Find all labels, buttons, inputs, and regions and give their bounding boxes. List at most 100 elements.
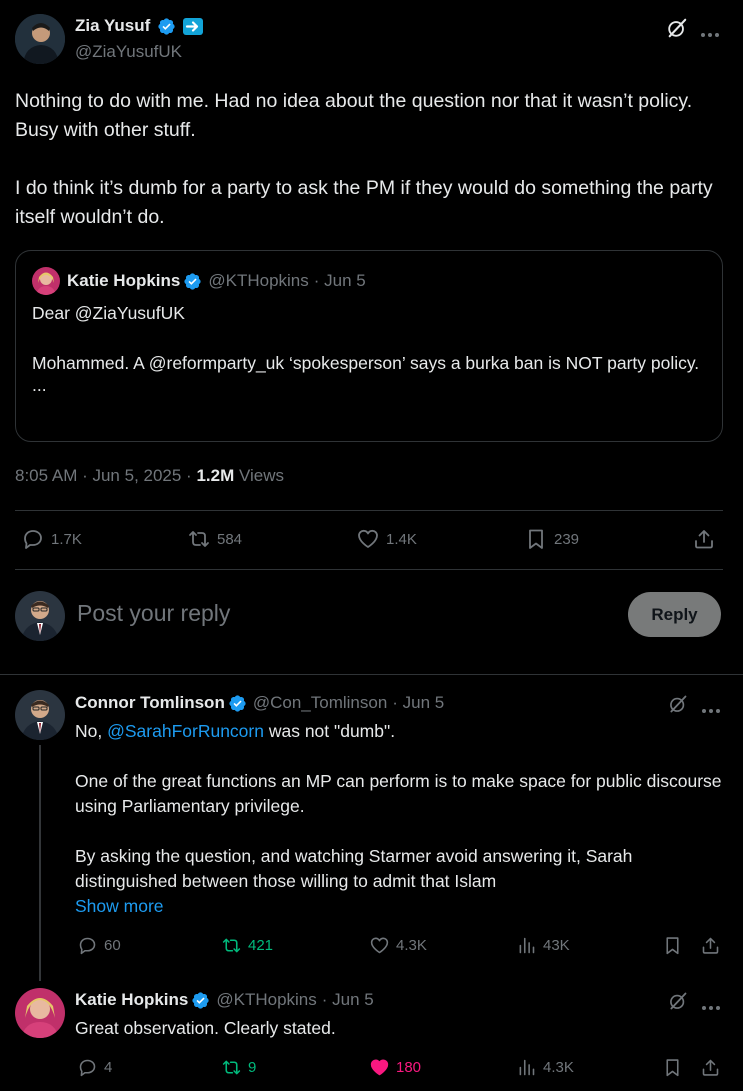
reply-icon bbox=[24, 530, 42, 549]
reply-author-handle[interactable]: @Con_Tomlinson bbox=[253, 693, 387, 713]
analytics-icon bbox=[519, 937, 535, 954]
verified-badge-icon bbox=[184, 272, 201, 290]
repost-icon bbox=[222, 938, 241, 953]
repost-count: 584 bbox=[217, 530, 243, 548]
quote-line: Mohammed. A @reformparty_uk ‘spokesperso… bbox=[32, 353, 700, 373]
reply-icon bbox=[79, 1059, 96, 1077]
bookmark-action[interactable] bbox=[662, 1057, 683, 1083]
affiliation-badge-icon bbox=[183, 17, 204, 35]
reply-text-suffix: was not "dumb". bbox=[263, 721, 396, 741]
thread-line bbox=[39, 745, 41, 981]
views-count: 4.3K bbox=[543, 1059, 574, 1076]
share-action[interactable] bbox=[700, 935, 721, 961]
like-count: 1.4K bbox=[386, 530, 417, 548]
grok-icon[interactable] bbox=[666, 17, 688, 44]
reply-paragraph: No, @SarahForRuncorn was not "dumb". bbox=[75, 719, 725, 744]
verified-badge-icon bbox=[158, 17, 175, 35]
divider bbox=[15, 569, 723, 570]
repost-action[interactable]: 421 bbox=[221, 935, 273, 956]
quote-line: ... bbox=[32, 375, 47, 395]
heart-filled-icon bbox=[370, 1059, 389, 1076]
grok-icon[interactable] bbox=[668, 991, 688, 1016]
share-icon bbox=[702, 937, 719, 954]
reply-button[interactable]: Reply bbox=[628, 592, 721, 637]
views-action[interactable]: 4.3K bbox=[516, 1057, 574, 1078]
reply-author-name[interactable]: Connor Tomlinson bbox=[75, 693, 225, 713]
like-action[interactable]: 1.4K bbox=[356, 527, 417, 551]
divider bbox=[0, 674, 743, 675]
reply-action[interactable]: 1.7K bbox=[21, 527, 82, 551]
bookmark-action[interactable]: 239 bbox=[524, 527, 579, 551]
tweet-text: Nothing to do with me. Had no idea about… bbox=[15, 87, 730, 232]
reply-text: No, @SarahForRuncorn was not "dumb". One… bbox=[75, 719, 725, 919]
more-options-icon[interactable] bbox=[700, 25, 720, 43]
show-more-link[interactable]: Show more bbox=[75, 894, 725, 919]
views-label: Views bbox=[234, 466, 285, 485]
like-count: 4.3K bbox=[396, 937, 427, 954]
tweet-paragraph: Nothing to do with me. Had no idea about… bbox=[15, 90, 693, 141]
repost-icon bbox=[189, 531, 209, 547]
like-action[interactable]: 4.3K bbox=[369, 935, 427, 956]
like-count: 180 bbox=[396, 1059, 422, 1076]
analytics-icon bbox=[519, 1059, 535, 1076]
bookmark-icon bbox=[529, 529, 543, 549]
mention-link[interactable]: @SarahForRuncorn bbox=[107, 721, 264, 741]
more-options-icon[interactable] bbox=[701, 701, 721, 719]
reply-date[interactable]: · Jun 5 bbox=[322, 990, 374, 1010]
tweet-meta: 8:05 AM · Jun 5, 2025 · 1.2M Views bbox=[15, 466, 284, 486]
reply-author-avatar[interactable] bbox=[15, 988, 65, 1038]
quote-date: · Jun 5 bbox=[313, 271, 366, 290]
author-handle[interactable]: @ZiaYusufUK bbox=[75, 42, 182, 62]
quote-author-name: Katie Hopkins bbox=[67, 271, 181, 290]
reply-icon bbox=[79, 937, 96, 955]
reply-text-prefix: No, bbox=[75, 721, 108, 741]
reply-action[interactable]: 60 bbox=[77, 935, 121, 956]
share-action[interactable] bbox=[692, 527, 716, 556]
grok-icon[interactable] bbox=[668, 694, 688, 719]
quote-line: Dear @ZiaYusufUK bbox=[32, 303, 185, 323]
bookmark-count: 239 bbox=[554, 530, 580, 548]
reply-date[interactable]: · Jun 5 bbox=[392, 693, 444, 713]
reply-author-avatar[interactable] bbox=[15, 690, 65, 740]
author-name-row: Zia Yusuf bbox=[75, 16, 204, 36]
share-icon bbox=[695, 530, 713, 549]
reply-input[interactable]: Post your reply bbox=[77, 600, 230, 627]
repost-action[interactable]: 584 bbox=[187, 527, 242, 551]
share-icon bbox=[702, 1059, 719, 1076]
reply-paragraph: By asking the question, and watching Sta… bbox=[75, 846, 633, 891]
tweet-paragraph: I do think it’s dumb for a party to ask … bbox=[15, 177, 713, 228]
heart-icon bbox=[358, 529, 378, 548]
reply-count: 60 bbox=[104, 937, 121, 954]
author-name[interactable]: Zia Yusuf bbox=[75, 16, 150, 36]
tweet-timestamp[interactable]: 8:05 AM · Jun 5, 2025 · bbox=[15, 466, 196, 485]
like-action[interactable]: 180 bbox=[369, 1057, 421, 1078]
views-count: 43K bbox=[543, 937, 570, 954]
reply-action[interactable]: 4 bbox=[77, 1057, 112, 1078]
reply-author-handle[interactable]: @KTHopkins bbox=[216, 990, 316, 1010]
reply-header: Katie Hopkins @KTHopkins · Jun 5 bbox=[75, 990, 374, 1010]
reply-author-name[interactable]: Katie Hopkins bbox=[75, 990, 188, 1010]
share-action[interactable] bbox=[700, 1057, 721, 1083]
more-options-icon[interactable] bbox=[701, 998, 721, 1016]
quote-author-handle: @KTHopkins bbox=[208, 271, 309, 290]
quote-text: Dear @ZiaYusufUK Mohammed. A @reformpart… bbox=[32, 301, 712, 394]
repost-count: 9 bbox=[248, 1059, 257, 1076]
bookmark-action[interactable] bbox=[662, 935, 683, 961]
views-action[interactable]: 43K bbox=[516, 935, 570, 956]
reply-text: Great observation. Clearly stated. bbox=[75, 1018, 336, 1038]
reply-header: Connor Tomlinson @Con_Tomlinson · Jun 5 bbox=[75, 693, 444, 713]
verified-badge-icon bbox=[192, 991, 209, 1009]
repost-count: 421 bbox=[248, 937, 274, 954]
quote-header: Katie Hopkins @KTHopkins · Jun 5 bbox=[67, 271, 366, 291]
bookmark-icon bbox=[666, 1059, 679, 1077]
author-avatar[interactable] bbox=[15, 14, 65, 64]
reply-paragraph: One of the great functions an MP can per… bbox=[75, 771, 722, 816]
views-count: 1.2M bbox=[196, 466, 235, 485]
user-avatar bbox=[15, 591, 65, 641]
repost-action[interactable]: 9 bbox=[221, 1057, 256, 1078]
quoted-tweet[interactable]: Katie Hopkins @KTHopkins · Jun 5 Dear @Z… bbox=[15, 250, 723, 442]
quote-author-avatar bbox=[32, 267, 60, 295]
heart-icon bbox=[370, 937, 389, 954]
verified-badge-icon bbox=[229, 694, 246, 712]
reply-count: 1.7K bbox=[51, 530, 82, 548]
